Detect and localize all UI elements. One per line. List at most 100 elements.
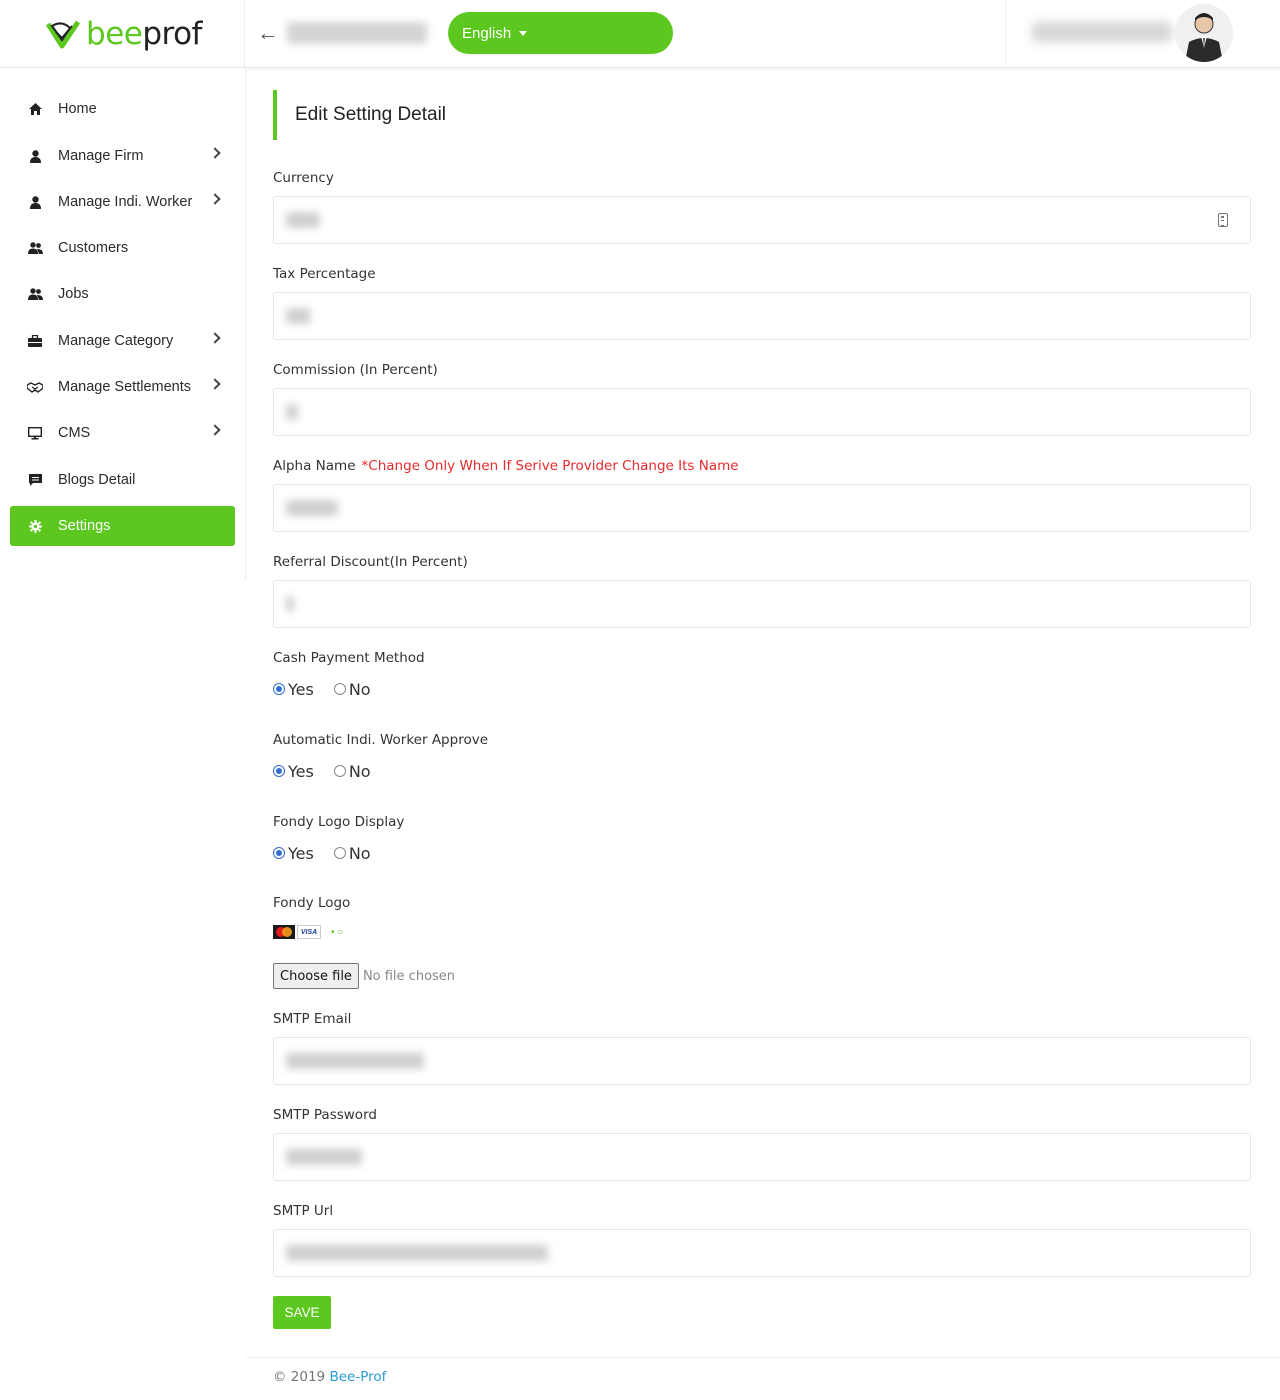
radio-label-no: No <box>348 843 371 863</box>
alpha-name-note: *Change Only When If Serive Provider Cha… <box>361 458 739 474</box>
commission-field[interactable] <box>273 388 1251 436</box>
blurred-value <box>286 500 338 516</box>
chevron-right-icon <box>209 193 221 205</box>
alpha-name-field[interactable] <box>273 484 1251 532</box>
users-icon <box>27 240 43 256</box>
sidebar-item-cms[interactable]: CMS <box>10 413 235 453</box>
commission-label: Commission (In Percent) <box>273 362 438 378</box>
radio-yes[interactable] <box>273 765 285 777</box>
sidebar-item-manage-category[interactable]: Manage Category <box>10 321 235 361</box>
blurred-user-name <box>1032 22 1172 42</box>
avatar[interactable] <box>1175 4 1233 62</box>
smtp-password-field[interactable] <box>273 1133 1251 1181</box>
fondy-dots-icon: • ○ <box>331 926 344 938</box>
auto-approve-no-option[interactable]: No <box>333 761 371 781</box>
sidebar-item-label: Settings <box>58 518 111 534</box>
footer-copyright: © 2019 <box>273 1369 330 1385</box>
auto-approve-radio-group: Yes No <box>273 760 391 782</box>
tax-percentage-field[interactable] <box>273 292 1251 340</box>
back-arrow-icon[interactable]: ← <box>256 20 280 46</box>
smtp-password-label: SMTP Password <box>273 1107 377 1123</box>
fondy-display-yes-option[interactable]: Yes <box>273 844 314 863</box>
sidebar-item-label: Blogs Detail <box>58 472 136 488</box>
currency-field[interactable] <box>273 196 1251 244</box>
cash-payment-yes-option[interactable]: Yes <box>273 680 314 699</box>
sidebar-item-manage-settlements[interactable]: Manage Settlements <box>10 367 235 407</box>
logo-prof-text: prof <box>142 16 202 52</box>
fondy-display-no-option[interactable]: No <box>333 843 371 863</box>
sidebar-item-home[interactable]: Home <box>10 89 235 129</box>
radio-no[interactable] <box>333 765 346 777</box>
sidebar-item-jobs[interactable]: Jobs <box>10 274 235 314</box>
sidebar: Home Manage Firm Manage Indi. Worker Cus… <box>0 68 246 580</box>
blurred-value <box>286 1245 548 1261</box>
tax-percentage-label: Tax Percentage <box>273 266 376 282</box>
footer-divider <box>246 1357 1280 1358</box>
radio-label-no: No <box>348 761 371 781</box>
blurred-value <box>286 212 320 228</box>
footer-brand-link[interactable]: Bee-Prof <box>329 1369 386 1385</box>
caret-down-icon <box>519 30 528 36</box>
referral-discount-label: Referral Discount(In Percent) <box>273 554 468 570</box>
radio-no[interactable] <box>333 683 346 695</box>
smtp-email-field[interactable] <box>273 1037 1251 1085</box>
fondy-logo-label: Fondy Logo <box>273 895 351 911</box>
language-dropdown[interactable]: English <box>448 12 673 54</box>
top-header: beeprof ← English <box>0 0 1280 68</box>
choose-file-button[interactable]: Choose file <box>273 963 359 989</box>
blurred-value <box>286 404 298 420</box>
language-label: English <box>462 24 512 42</box>
cash-payment-no-option[interactable]: No <box>333 679 371 699</box>
user-icon <box>27 148 43 164</box>
currency-label: Currency <box>273 170 334 186</box>
chevron-right-icon <box>209 378 221 390</box>
sidebar-item-label: Home <box>58 101 97 117</box>
visa-icon: VISA <box>297 925 321 939</box>
mastercard-icon <box>273 925 295 939</box>
logo-bee-text: bee <box>86 16 143 52</box>
sidebar-item-manage-indi-worker[interactable]: Manage Indi. Worker <box>10 182 235 222</box>
chevron-right-icon <box>209 332 221 344</box>
smtp-url-label: SMTP Url <box>273 1203 334 1219</box>
gear-icon <box>27 518 43 534</box>
user-icon <box>27 194 43 210</box>
page-title: Edit Setting Detail <box>295 104 447 125</box>
cash-payment-radio-group: Yes No <box>273 678 391 700</box>
save-button[interactable]: SAVE <box>273 1296 331 1329</box>
chevron-right-icon <box>209 147 221 159</box>
sidebar-item-label: Manage Indi. Worker <box>58 194 193 210</box>
blurred-value <box>286 308 310 324</box>
file-upload: Choose file No file chosen <box>273 963 455 989</box>
header-divider <box>1005 0 1006 68</box>
radio-yes[interactable] <box>273 683 285 695</box>
radio-label-yes: Yes <box>288 843 314 863</box>
blurred-page-title <box>287 22 427 44</box>
sidebar-item-label: Manage Firm <box>58 148 144 164</box>
logo[interactable]: beeprof <box>0 0 245 68</box>
comment-icon <box>27 472 43 488</box>
cash-payment-label: Cash Payment Method <box>273 650 425 666</box>
title-accent-bar <box>273 90 277 140</box>
handshake-icon <box>27 379 43 395</box>
chevron-right-icon <box>209 424 221 436</box>
sidebar-item-blogs-detail[interactable]: Blogs Detail <box>10 460 235 500</box>
auto-approve-yes-option[interactable]: Yes <box>273 762 314 781</box>
referral-discount-field[interactable] <box>273 580 1251 628</box>
alpha-name-label-text: Alpha Name <box>273 458 356 474</box>
smtp-url-field[interactable] <box>273 1229 1251 1277</box>
radio-label-no: No <box>348 679 371 699</box>
calculator-icon <box>1218 213 1228 227</box>
fondy-display-label: Fondy Logo Display <box>273 814 405 830</box>
sidebar-item-label: CMS <box>58 425 91 441</box>
sidebar-item-settings[interactable]: Settings <box>10 506 235 546</box>
radio-no[interactable] <box>333 847 346 859</box>
fondy-display-radio-group: Yes No <box>273 842 391 864</box>
radio-label-yes: Yes <box>288 679 314 699</box>
sidebar-item-label: Customers <box>58 240 129 256</box>
blurred-value <box>286 1053 424 1069</box>
sidebar-item-manage-firm[interactable]: Manage Firm <box>10 136 235 176</box>
sidebar-item-customers[interactable]: Customers <box>10 228 235 268</box>
blurred-value <box>286 1149 362 1165</box>
radio-label-yes: Yes <box>288 761 314 781</box>
radio-yes[interactable] <box>273 847 285 859</box>
